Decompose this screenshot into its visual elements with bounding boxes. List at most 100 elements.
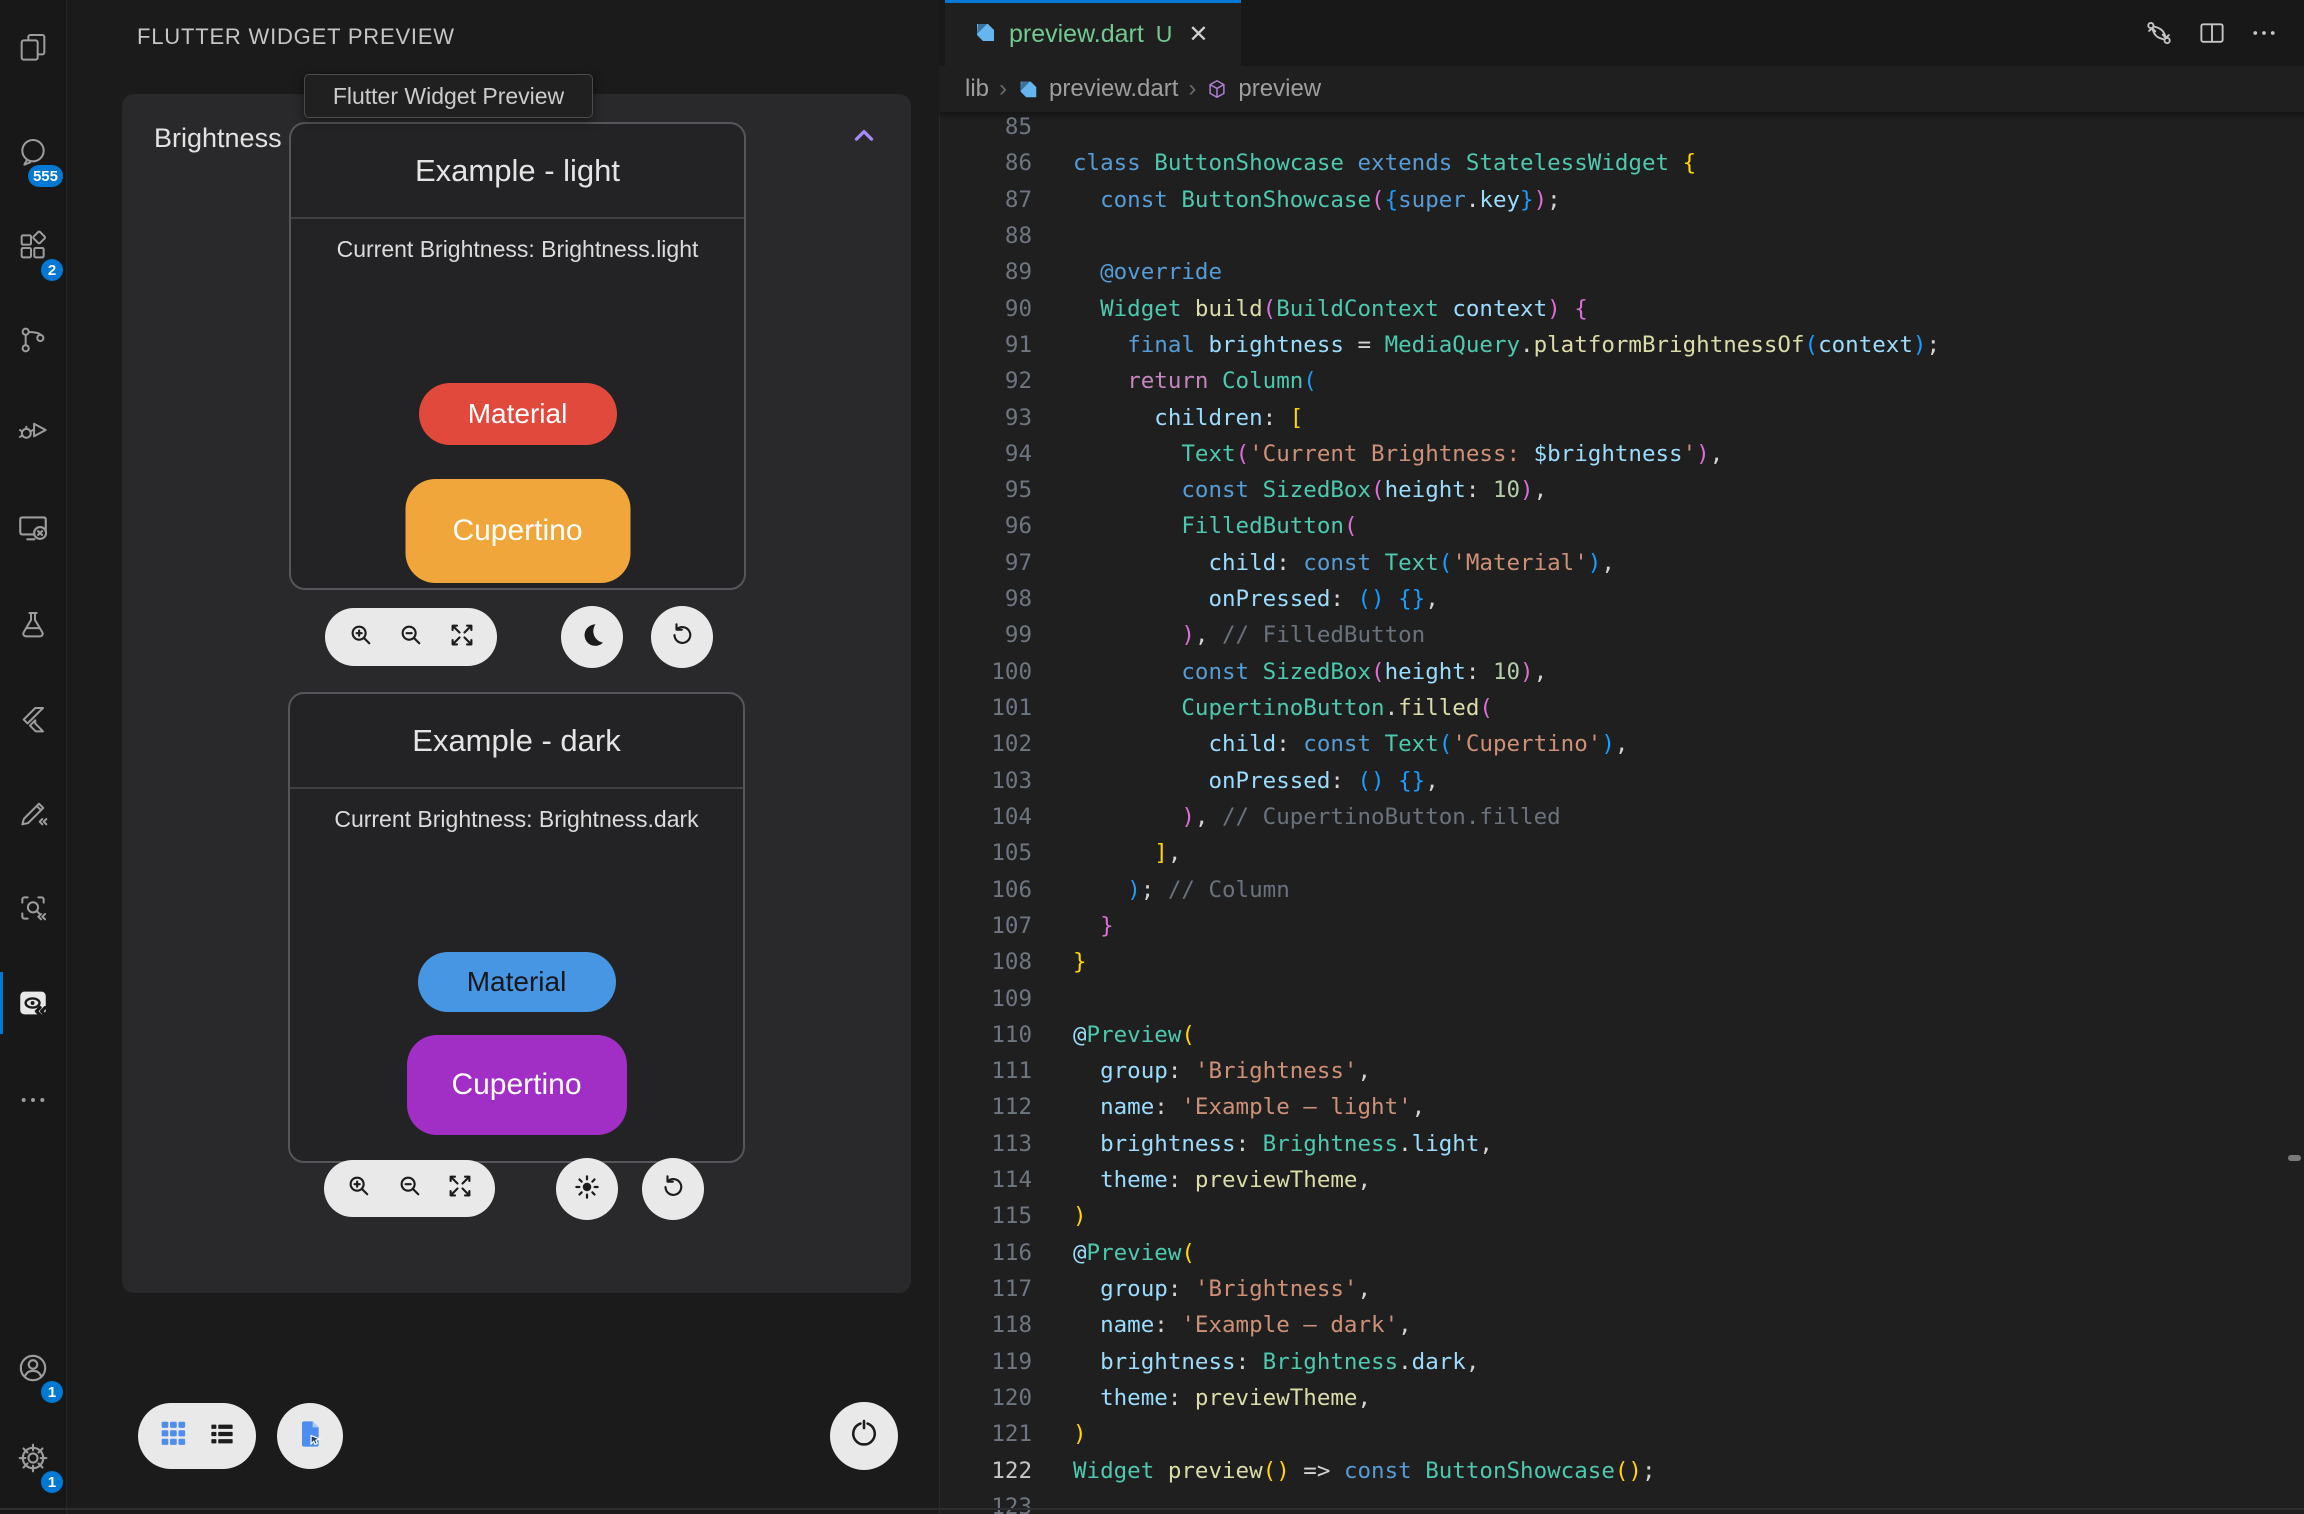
code-line[interactable]: 97 child: const Text('Material'), [939, 545, 2304, 581]
active-item-indicator [0, 972, 3, 1034]
activity-bar: 555 2 [0, 0, 67, 1514]
accounts-badge: 1 [41, 1381, 63, 1403]
line-content: brightness: Brightness.dark, [1073, 1344, 1479, 1380]
line-number: 123 [939, 1489, 1032, 1514]
dart-icon [1017, 78, 1039, 100]
more-icon[interactable] [0, 1072, 66, 1128]
refresh-button[interactable] [651, 606, 713, 668]
breadcrumb-file[interactable]: preview.dart [1049, 75, 1178, 103]
line-content: const SizedBox(height: 10), [1073, 472, 1547, 508]
expand-icon[interactable] [447, 620, 477, 655]
code-line[interactable]: 91 final brightness = MediaQuery.platfor… [939, 327, 2304, 363]
code-line[interactable]: 93 children: [ [939, 400, 2304, 436]
code-line[interactable]: 89 @override [939, 254, 2304, 290]
code-line[interactable]: 119 brightness: Brightness.dark, [939, 1344, 2304, 1380]
expand-icon[interactable] [445, 1171, 475, 1206]
line-number: 113 [939, 1126, 1032, 1162]
preview-card-title: Example - light [291, 124, 744, 219]
code-line[interactable]: 92 return Column( [939, 363, 2304, 399]
code-line[interactable]: 116@Preview( [939, 1235, 2304, 1271]
line-content: class ButtonShowcase extends StatelessWi… [1073, 145, 1696, 181]
code-line[interactable]: 87 const ButtonShowcase({super.key}); [939, 182, 2304, 218]
code-line[interactable]: 115) [939, 1198, 2304, 1234]
code-area[interactable]: 8586class ButtonShowcase extends Statele… [939, 109, 2304, 1514]
explorer-icon[interactable] [0, 19, 66, 75]
flutter-icon[interactable] [0, 692, 66, 748]
code-line[interactable]: 110@Preview( [939, 1017, 2304, 1053]
material-button[interactable]: Material [418, 952, 616, 1012]
chat-badge: 555 [28, 165, 63, 187]
breadcrumb-folder[interactable]: lib [965, 75, 989, 103]
zoom-out-icon[interactable] [395, 1171, 425, 1206]
tab-preview-dart[interactable]: preview.dart U ✕ [945, 0, 1241, 66]
preview-card-title: Example - dark [290, 694, 743, 789]
more-actions-icon[interactable] [2245, 14, 2283, 52]
code-line[interactable]: 105 ], [939, 835, 2304, 871]
zoom-in-icon[interactable] [346, 620, 376, 655]
chat-icon[interactable]: 555 [0, 124, 66, 180]
code-line[interactable]: 107 } [939, 908, 2304, 944]
edit-session-icon[interactable] [0, 785, 66, 841]
flutter-widget-preview-icon[interactable] [0, 975, 66, 1031]
breadcrumb-symbol[interactable]: preview [1238, 75, 1321, 103]
material-button[interactable]: Material [419, 383, 617, 445]
line-number: 92 [939, 363, 1032, 399]
line-number: 94 [939, 436, 1032, 472]
screenshot-search-icon[interactable] [0, 880, 66, 936]
code-line[interactable]: 99 ), // FilledButton [939, 617, 2304, 653]
code-line[interactable]: 118 name: 'Example – dark', [939, 1307, 2304, 1343]
code-line[interactable]: 106 ); // Column [939, 872, 2304, 908]
code-line[interactable]: 111 group: 'Brightness', [939, 1053, 2304, 1089]
line-number: 119 [939, 1344, 1032, 1380]
code-line[interactable]: 100 const SizedBox(height: 10), [939, 654, 2304, 690]
code-line[interactable]: 120 theme: previewTheme, [939, 1380, 2304, 1416]
refresh-button[interactable] [642, 1158, 704, 1220]
testing-icon[interactable] [0, 597, 66, 653]
code-line[interactable]: 108} [939, 944, 2304, 980]
zoom-out-icon[interactable] [396, 620, 426, 655]
code-line[interactable]: 123 [939, 1489, 2304, 1514]
code-line[interactable]: 86class ButtonShowcase extends Stateless… [939, 145, 2304, 181]
scrollbar-thumb[interactable] [2288, 1155, 2301, 1161]
code-line[interactable]: 117 group: 'Brightness', [939, 1271, 2304, 1307]
line-content: onPressed: () {}, [1073, 763, 1439, 799]
code-line[interactable]: 122Widget preview() => const ButtonShowc… [939, 1453, 2304, 1489]
theme-toggle-button[interactable] [561, 606, 623, 668]
close-icon[interactable]: ✕ [1188, 23, 1208, 47]
code-line[interactable]: 98 onPressed: () {}, [939, 581, 2304, 617]
cupertino-button[interactable]: Cupertino [405, 479, 630, 583]
code-line[interactable]: 113 brightness: Brightness.light, [939, 1126, 2304, 1162]
zoom-in-icon[interactable] [344, 1171, 374, 1206]
settings-gear-icon[interactable]: 1 [0, 1430, 66, 1486]
open-file-preview-button[interactable] [277, 1403, 343, 1469]
line-number: 115 [939, 1198, 1032, 1234]
restart-preview-button[interactable] [830, 1402, 898, 1470]
line-number: 87 [939, 182, 1032, 218]
extensions-icon[interactable]: 2 [0, 218, 66, 274]
grid-view-icon[interactable] [157, 1418, 189, 1455]
code-line[interactable]: 101 CupertinoButton.filled( [939, 690, 2304, 726]
theme-toggle-button[interactable] [556, 1158, 618, 1220]
collapse-chevron-icon[interactable] [849, 121, 879, 156]
code-line[interactable]: 112 name: 'Example – light', [939, 1089, 2304, 1125]
split-editor-icon[interactable] [2193, 14, 2231, 52]
code-line[interactable]: 114 theme: previewTheme, [939, 1162, 2304, 1198]
code-line[interactable]: 121) [939, 1416, 2304, 1452]
code-line[interactable]: 96 FilledButton( [939, 508, 2304, 544]
code-line[interactable]: 102 child: const Text('Cupertino'), [939, 726, 2304, 762]
list-view-icon[interactable] [207, 1419, 237, 1454]
remote-explorer-icon[interactable] [0, 500, 66, 556]
code-line[interactable]: 94 Text('Current Brightness: $brightness… [939, 436, 2304, 472]
code-line[interactable]: 95 const SizedBox(height: 10), [939, 472, 2304, 508]
code-line[interactable]: 103 onPressed: () {}, [939, 763, 2304, 799]
code-line[interactable]: 85 [939, 109, 2304, 145]
code-line[interactable]: 90 Widget build(BuildContext context) { [939, 291, 2304, 327]
code-line[interactable]: 88 [939, 218, 2304, 254]
accounts-icon[interactable]: 1 [0, 1340, 66, 1396]
compare-changes-icon[interactable] [2140, 14, 2178, 52]
run-debug-icon[interactable] [0, 402, 66, 458]
source-control-icon[interactable] [0, 312, 66, 368]
cupertino-button[interactable]: Cupertino [407, 1035, 627, 1135]
code-line[interactable]: 104 ), // CupertinoButton.filled [939, 799, 2304, 835]
code-line[interactable]: 109 [939, 981, 2304, 1017]
